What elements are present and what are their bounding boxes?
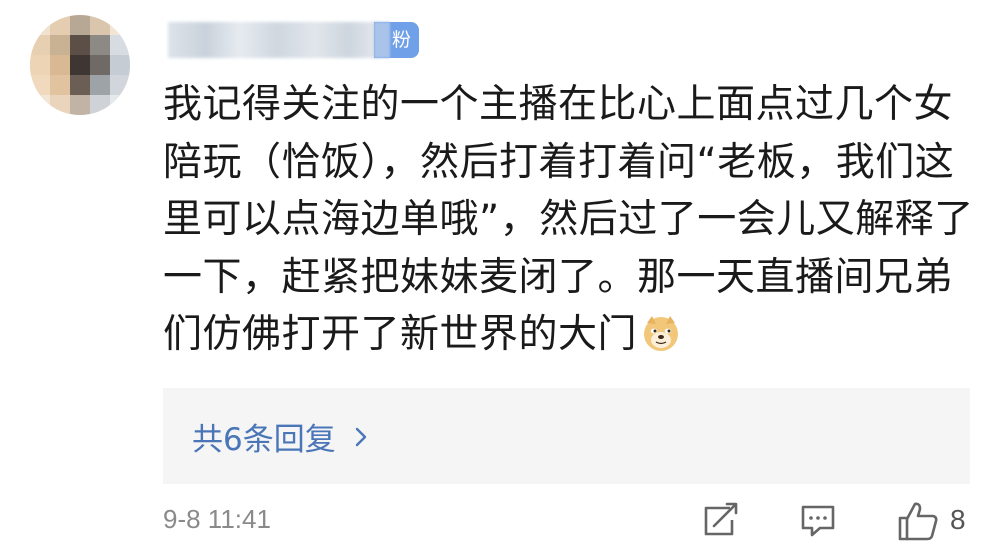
comment-text: 我记得关注的一个主播在比心上面点过几个女 陪玩（恰饭），然后打着打着问“老板，我…	[163, 76, 974, 364]
username-redacted[interactable]	[168, 22, 378, 58]
doge-icon	[644, 316, 679, 352]
like-count: 8	[950, 504, 966, 535]
avatar[interactable]	[30, 15, 130, 115]
comment-line: 一下，赶紧把妹妹麦闭了。那一天直播间兄弟	[163, 254, 954, 300]
chevron-right-icon	[355, 427, 366, 446]
comment-line: 陪玩（恰饭），然后打着打着问“老板，我们这	[163, 139, 955, 185]
comment-timestamp: 9-8 11:41	[163, 504, 271, 534]
fan-badge-redacted-part	[374, 22, 390, 58]
thumbs-up-icon[interactable]	[896, 500, 940, 542]
comment-line-last: 们仿佛打开了新世界的大门	[163, 306, 963, 364]
replies-label: 共6条回复	[192, 422, 336, 458]
comment-icon[interactable]	[798, 500, 838, 540]
view-replies-link[interactable]: 共6条回复	[192, 414, 372, 459]
comment-line: 我记得关注的一个主播在比心上面点过几个女	[163, 82, 954, 127]
repost-icon[interactable]	[700, 500, 740, 540]
comment-line: 们仿佛打开了新世界的大门	[163, 312, 638, 358]
comment-card: 粉 我记得关注的一个主播在比心上面点过几个女 陪玩（恰饭），然后打着打着问“老板…	[0, 0, 1000, 548]
comment-actions: 8	[700, 500, 990, 544]
comment-line: 里可以点海边单哦”，然后过了一会儿又解释了	[163, 197, 974, 243]
fan-badge-label: 粉	[392, 29, 412, 51]
